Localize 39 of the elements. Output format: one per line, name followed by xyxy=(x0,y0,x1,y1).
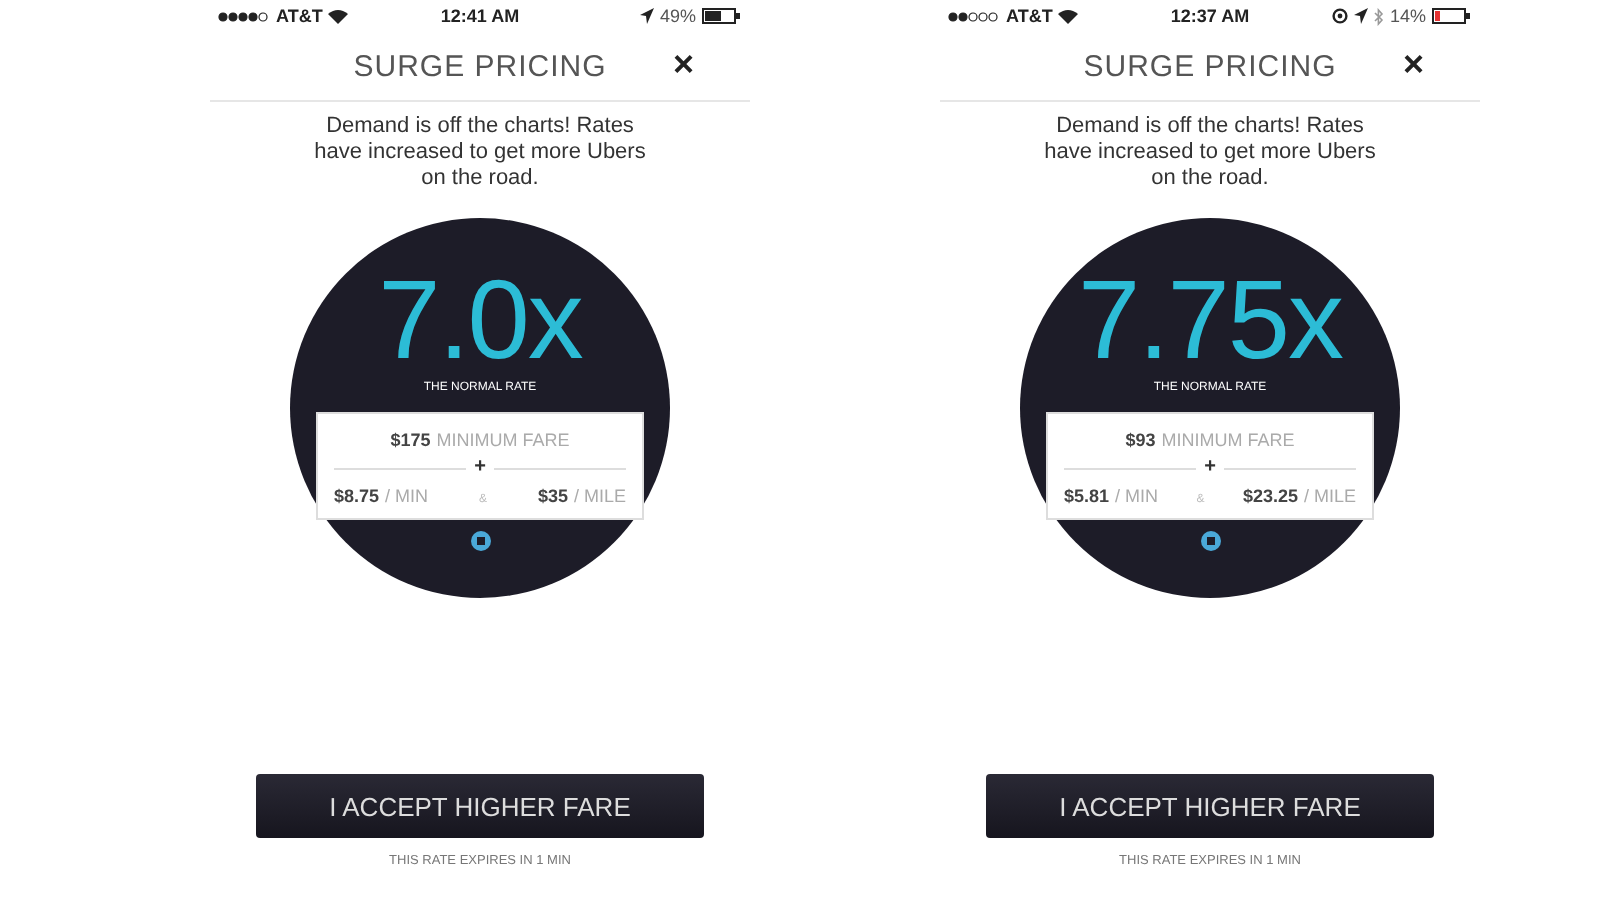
accept-button[interactable]: I ACCEPT HIGHER FARE xyxy=(256,774,704,838)
surge-message: Demand is off the charts! Rates have increased to get more Ubers on the road. xyxy=(312,114,648,192)
minimum-fare-amount: $175 xyxy=(390,430,431,450)
per-mile-label: / MILE xyxy=(573,486,626,506)
surge-message: Demand is off the charts! Rates have increased to get more Ubers on the road. xyxy=(1042,114,1378,192)
per-minute-amount: $8.75 xyxy=(334,486,380,506)
minimum-fare-label: MINIMUM FARE xyxy=(436,430,570,450)
per-minute-amount: $5.81 xyxy=(1064,486,1110,506)
plus-sign: + xyxy=(1204,460,1216,476)
dialog-title: SURGE PRICING xyxy=(353,49,607,83)
surge-multiplier: 7.75x xyxy=(1078,262,1342,378)
logo-icon xyxy=(469,530,491,552)
bluetooth-icon xyxy=(1373,7,1384,25)
carrier-name: AT&T xyxy=(276,6,323,26)
per-minute-label: / MIN xyxy=(385,486,429,506)
plus-sign: + xyxy=(474,460,486,476)
close-button[interactable]: × xyxy=(1402,48,1424,80)
signal-icon xyxy=(948,11,1000,21)
accept-button[interactable]: I ACCEPT HIGHER FARE xyxy=(986,774,1434,838)
battery-percent: 49% xyxy=(659,6,696,26)
surge-multiplier: 7.0x xyxy=(378,262,582,378)
per-minute-label: / MIN xyxy=(1115,486,1159,506)
wifi-icon xyxy=(328,9,349,23)
clock-time: 12:37 AM xyxy=(1170,6,1250,26)
dialog-title: SURGE PRICING xyxy=(1083,49,1337,83)
logo-icon xyxy=(1199,530,1221,552)
signal-icon xyxy=(218,11,270,21)
per-mile-amount: $23.25 xyxy=(1242,486,1298,506)
clock-time: 12:41 AM xyxy=(440,6,520,26)
minimum-fare-amount: $93 xyxy=(1125,430,1156,450)
location-icon xyxy=(639,8,654,24)
close-button[interactable]: × xyxy=(672,48,694,80)
wifi-icon xyxy=(1058,9,1079,23)
location-icon xyxy=(1353,8,1368,24)
minimum-fare-label: MINIMUM FARE xyxy=(1161,430,1295,450)
per-mile-label: / MILE xyxy=(1303,486,1356,506)
carrier-name: AT&T xyxy=(1006,6,1053,26)
battery-percent: 14% xyxy=(1389,6,1426,26)
per-mile-amount: $35 xyxy=(537,486,568,506)
